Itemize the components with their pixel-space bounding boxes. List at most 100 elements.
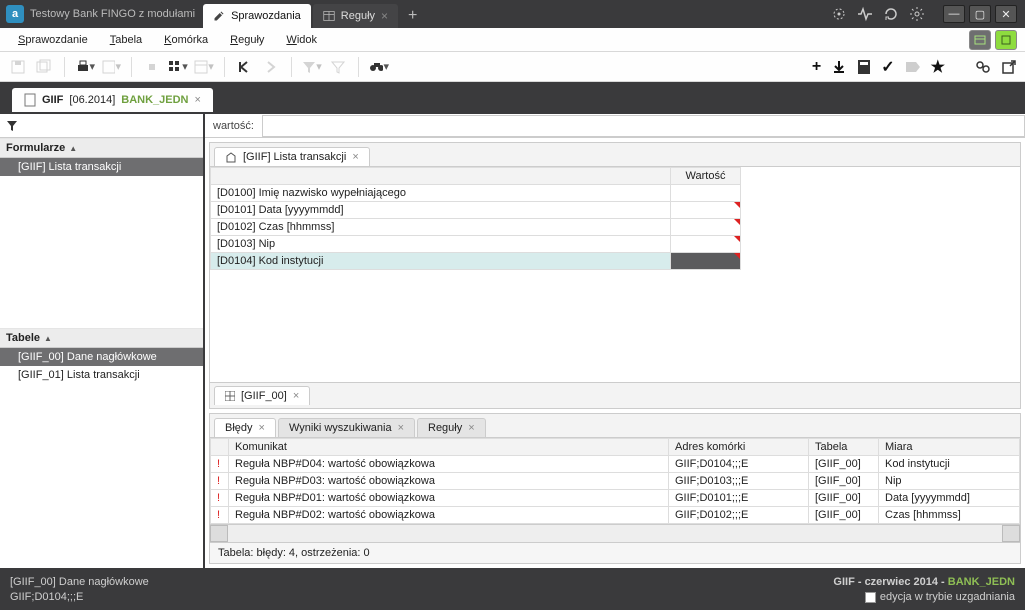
gear-icon[interactable] [909,6,925,22]
cell-icon[interactable] [142,57,162,77]
separator [291,57,292,77]
err-table: [GIIF_00] [809,490,879,507]
row-value[interactable] [671,253,741,270]
bottom-tabs: Błędy × Wyniki wyszukiwania× Reguły × [210,414,1020,438]
table-row[interactable]: [D0101] Data [yyyymmdd] [211,202,1020,219]
close-icon[interactable]: × [468,422,474,434]
menu-komorka[interactable]: Komórka [154,31,218,49]
tables-panel-header[interactable]: Tabele ▲ [0,328,203,348]
star-icon[interactable]: ★ [931,57,945,77]
menu-widok[interactable]: Widok [276,31,327,49]
tab-search-results[interactable]: Wyniki wyszukiwania× [278,418,415,437]
close-button[interactable]: ✕ [995,5,1017,23]
refresh-icon[interactable] [883,6,899,22]
row-value[interactable] [671,219,741,236]
table-row[interactable]: [D0104] Kod instytucji [211,253,1020,270]
titlebar-actions: — ▢ ✕ [823,0,1025,28]
filter-bar [0,114,203,138]
tab-errors[interactable]: Błędy × [214,418,276,437]
target-icon[interactable] [831,6,847,22]
tab-reguly[interactable]: Reguły × [313,4,398,28]
scroll-right-button[interactable] [1002,525,1020,542]
funnel-icon[interactable] [6,120,18,132]
filter-icon[interactable]: ▾ [302,57,322,77]
table-row[interactable]: !Reguła NBP#D03: wartość obowiązkowaGIIF… [211,473,1020,490]
status-bank: BANK_JEDN [948,576,1015,588]
activity-icon[interactable] [857,6,873,22]
save-all-icon[interactable] [34,57,54,77]
col-header: Wartość [671,168,741,185]
export-icon[interactable]: ▾ [101,57,121,77]
table-row[interactable]: !Reguła NBP#D02: wartość obowiązkowaGIIF… [211,507,1020,524]
row-label: [D0101] Data [yyyymmdd] [211,202,671,219]
filter2-icon[interactable] [328,57,348,77]
toggle-b[interactable] [995,30,1017,50]
table-row[interactable]: !Reguła NBP#D01: wartość obowiązkowaGIIF… [211,490,1020,507]
close-icon[interactable]: × [398,422,404,434]
check-icon[interactable]: ✓ [881,57,894,77]
view-toggles [969,30,1017,50]
tab-sprawozdania[interactable]: Sprawozdania [203,4,311,28]
separator [64,57,65,77]
grid-icon[interactable]: ▾ [168,57,188,77]
menu-tabela[interactable]: Tabela [100,31,152,49]
close-icon[interactable]: × [195,94,201,106]
tag-icon[interactable] [905,61,921,73]
report-tab[interactable]: GIIF [06.2014] BANK_JEDN × [12,88,213,112]
col-spacer [741,168,1020,185]
menu-reguly[interactable]: Reguły [220,31,274,49]
table-row[interactable]: [D0102] Czas [hhmmss] [211,219,1020,236]
content-area: [GIIF] Lista transakcji × Wartość [D0100… [209,142,1021,409]
list-item[interactable]: [GIIF_01] Lista transakcji [0,366,203,384]
tab-rules[interactable]: Reguły × [417,418,486,437]
download-icon[interactable] [831,59,847,75]
list-item[interactable]: [GIIF] Lista transakcji [0,158,203,176]
close-icon[interactable]: × [352,151,358,163]
table-icon[interactable]: ▾ [194,57,214,77]
print-icon[interactable]: ▾ [75,57,95,77]
table-header-row: Komunikat Adres komórki Tabela Miara [211,439,1020,456]
mode-checkbox[interactable] [865,592,876,603]
table-row[interactable]: [D0100] Imię nazwisko wypełniającego [211,185,1020,202]
table-icon [323,10,335,22]
prev-icon[interactable] [235,57,255,77]
toggle-a[interactable] [969,30,991,50]
close-icon[interactable]: × [381,9,388,23]
forms-panel-header[interactable]: Formularze ▲ [0,138,203,158]
menu-sprawozdanie[interactable]: Sprawozdanie [8,31,98,49]
table-row[interactable]: [D0103] Nip [211,236,1020,253]
close-icon[interactable]: × [293,390,299,402]
row-value[interactable] [671,202,741,219]
link-icon[interactable] [975,60,991,74]
row-value[interactable] [671,236,741,253]
box-arrow-icon[interactable] [1001,59,1017,75]
top-tabs: Sprawozdania Reguły × + [203,0,425,28]
maximize-button[interactable]: ▢ [969,5,991,23]
save-icon[interactable] [8,57,28,77]
minimize-button[interactable]: — [943,5,965,23]
sheet-tab[interactable]: [GIIF_00] × [214,386,310,405]
row-label: [D0104] Kod instytucji [211,253,671,270]
add-tab-button[interactable]: + [400,4,425,28]
horizontal-scrollbar[interactable] [210,524,1020,542]
tab-label: Błędy [225,422,253,434]
toolbar: ▾ ▾ ▾ ▾ ▾ ▾ + ✓ ★ [0,52,1025,82]
plus-icon[interactable]: + [812,58,821,76]
inner-tab[interactable]: [GIIF] Lista transakcji × [214,147,370,166]
row-value[interactable] [671,185,741,202]
close-icon[interactable]: × [259,422,265,434]
scroll-left-button[interactable] [210,525,228,542]
status-address: GIIF;D0104;;;E [10,590,149,605]
right-pane: wartość: [GIIF] Lista transakcji × Warto… [205,114,1025,568]
document-icon [225,151,237,163]
binoculars-icon[interactable]: ▾ [369,57,389,77]
value-input[interactable] [262,115,1025,137]
tab-label: Reguły [428,422,462,434]
list-item[interactable]: [GIIF_00] Dane nagłówkowe [0,348,203,366]
report-code: GIIF [42,94,63,106]
next-icon[interactable] [261,57,281,77]
table-row[interactable]: !Reguła NBP#D04: wartość obowiązkowaGIIF… [211,456,1020,473]
status-right: GIIF - czerwiec 2014 - BANK_JEDN edycja … [833,575,1015,606]
err-measure: Data [yyyymmdd] [879,490,1020,507]
calculator-icon[interactable] [857,59,871,75]
